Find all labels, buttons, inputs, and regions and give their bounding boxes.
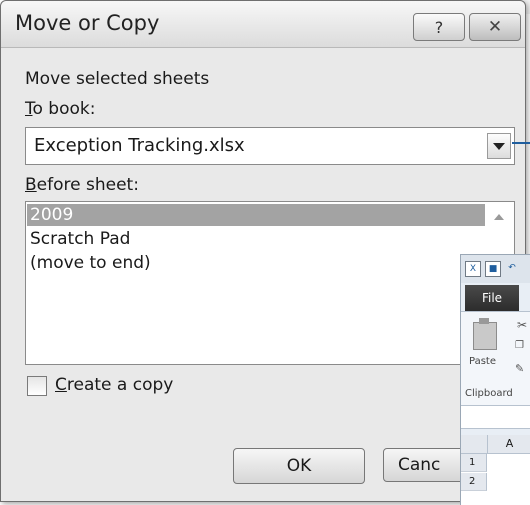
chevron-down-icon bbox=[493, 142, 505, 150]
scroll-up-button[interactable] bbox=[488, 206, 510, 228]
select-all-corner[interactable] bbox=[461, 435, 488, 454]
chevron-up-icon bbox=[494, 214, 504, 220]
worksheet-grid: A 1 2 bbox=[461, 435, 530, 505]
dialog-title: Move or Copy bbox=[15, 11, 160, 35]
list-item-move-to-end[interactable]: (move to end) bbox=[30, 252, 151, 274]
to-book-value: Exception Tracking.xlsx bbox=[34, 135, 245, 156]
file-tab[interactable]: File bbox=[465, 285, 519, 311]
to-book-combobox[interactable]: Exception Tracking.xlsx bbox=[25, 127, 515, 165]
list-item-scratch-pad[interactable]: Scratch Pad bbox=[30, 228, 130, 250]
move-or-copy-dialog: Move or Copy ? ✕ Move selected sheets To… bbox=[0, 0, 530, 502]
create-copy-label: Create a copy bbox=[55, 375, 174, 395]
excel-icon: X bbox=[465, 261, 481, 277]
close-icon: ✕ bbox=[487, 17, 503, 37]
paste-clip bbox=[479, 318, 489, 324]
paste-icon[interactable] bbox=[473, 322, 497, 350]
help-button[interactable]: ? bbox=[413, 13, 465, 41]
column-header-a[interactable]: A bbox=[488, 435, 530, 454]
quick-access-toolbar: X ■ ↶ bbox=[461, 255, 530, 283]
row-header-1[interactable]: 1 bbox=[461, 454, 487, 472]
ok-button[interactable]: OK bbox=[233, 448, 365, 484]
formula-bar[interactable] bbox=[461, 405, 530, 429]
paste-label[interactable]: Paste bbox=[469, 356, 496, 367]
undo-icon[interactable]: ↶ bbox=[505, 261, 519, 275]
copy-icon[interactable]: ❐ bbox=[515, 340, 524, 351]
move-selected-label: Move selected sheets bbox=[25, 69, 210, 89]
callout-line bbox=[512, 142, 530, 144]
before-sheet-label: Before sheet: bbox=[25, 175, 139, 195]
close-button[interactable]: ✕ bbox=[469, 13, 521, 41]
clipboard-group-label: Clipboard bbox=[465, 388, 513, 399]
list-item-2009[interactable]: 2009 bbox=[27, 204, 485, 226]
format-painter-icon[interactable]: ✎ bbox=[515, 362, 524, 375]
ribbon: Paste ✂ ❐ ✎ Clipboard bbox=[461, 311, 530, 406]
save-icon[interactable]: ■ bbox=[485, 261, 501, 277]
excel-window-fragment: X ■ ↶ File Paste ✂ ❐ ✎ Clipboard A 1 2 bbox=[460, 254, 530, 505]
to-book-label: To book: bbox=[25, 99, 96, 119]
title-bar: Move or Copy ? ✕ bbox=[1, 1, 525, 48]
before-sheet-listbox[interactable]: 2009 Scratch Pad (move to end) bbox=[25, 201, 515, 365]
cut-icon[interactable]: ✂ bbox=[517, 318, 527, 332]
create-copy-label-rest: reate a copy bbox=[66, 375, 174, 395]
before-sheet-label-rest: efore sheet: bbox=[36, 175, 139, 195]
help-icon: ? bbox=[434, 17, 444, 37]
to-book-label-rest: o book: bbox=[32, 99, 96, 119]
to-book-dropdown-button[interactable] bbox=[487, 133, 511, 159]
create-copy-checkbox[interactable] bbox=[27, 376, 47, 396]
row-header-2[interactable]: 2 bbox=[461, 473, 487, 491]
